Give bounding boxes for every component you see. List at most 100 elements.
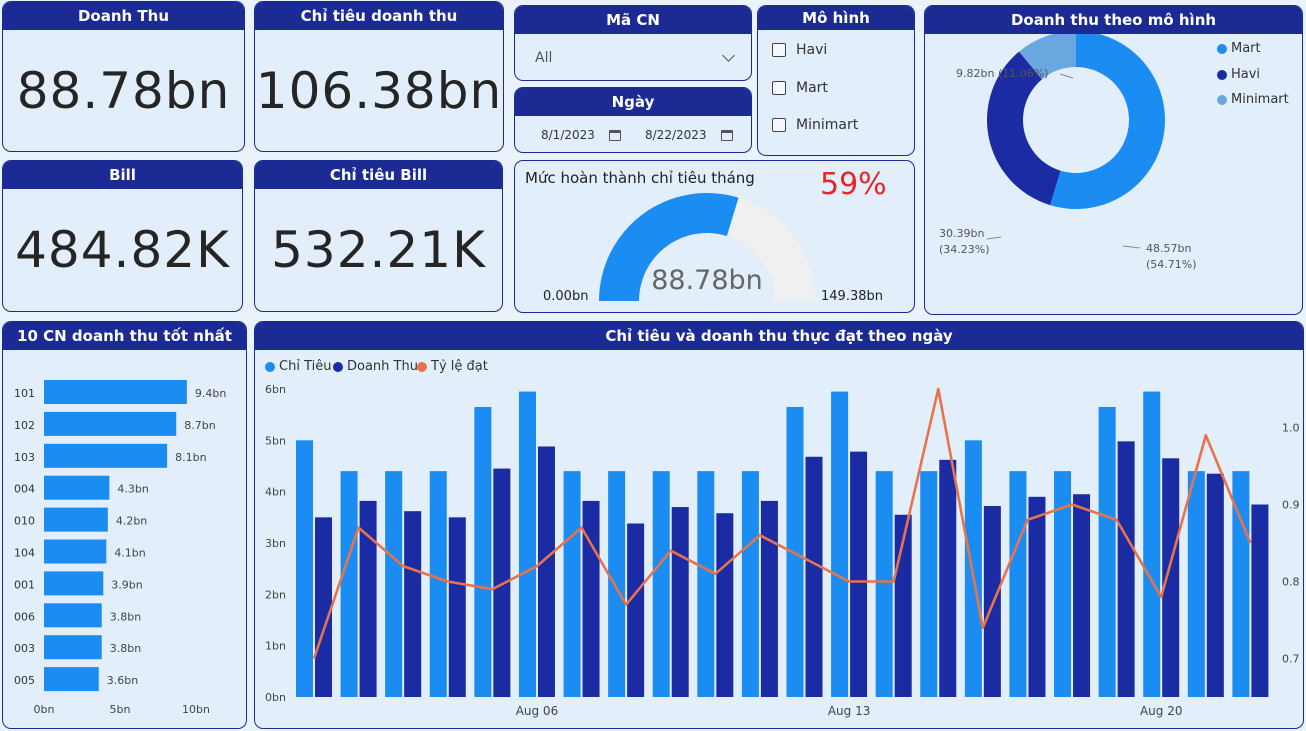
y-tick-label: 1bn (265, 640, 286, 653)
branch-label: 004 (14, 483, 35, 496)
revenue-bar[interactable] (448, 517, 466, 697)
branch-label: 001 (14, 578, 35, 591)
target-bar[interactable] (786, 406, 804, 697)
calendar-icon[interactable] (720, 129, 733, 141)
revenue-bar[interactable] (1251, 504, 1269, 698)
revenue-bar[interactable] (404, 511, 422, 697)
revenue-bar[interactable] (627, 523, 645, 697)
y2-tick-label: 0.8 (1282, 576, 1300, 589)
revenue-bar[interactable] (716, 513, 734, 697)
x-tick-label: Aug 06 (516, 704, 559, 718)
target-bar[interactable] (608, 471, 626, 697)
branch-bar[interactable] (44, 411, 177, 436)
donut-card: Doanh thu theo mô hình 48.57bn (54.71%) 30… (924, 5, 1303, 315)
revenue-bar[interactable] (805, 456, 823, 697)
branch-bar[interactable] (44, 571, 104, 596)
kpi-bill-target-value: 532.21K (271, 221, 486, 279)
y-tick-label: 3bn (265, 537, 286, 550)
target-bar[interactable] (518, 391, 536, 697)
calendar-icon[interactable] (608, 129, 621, 141)
branch-bar[interactable] (44, 380, 187, 404)
date-from-field[interactable]: 8/1/2023 (541, 124, 621, 146)
branch-dropdown[interactable]: All (519, 40, 747, 76)
model-option-label: Mart (796, 80, 828, 96)
kpi-bill-target-title: Chỉ tiêu Bill (255, 161, 502, 189)
legend-label: Mart (1231, 41, 1261, 56)
model-option-havi[interactable]: Havi (772, 42, 827, 58)
revenue-bar[interactable] (1028, 496, 1046, 697)
target-bar[interactable] (563, 471, 581, 697)
target-bar[interactable] (1187, 471, 1205, 697)
target-bar[interactable] (429, 471, 447, 697)
target-bar[interactable] (875, 471, 893, 697)
date-to-field[interactable]: 8/22/2023 (645, 124, 733, 146)
branch-bar[interactable] (44, 667, 99, 692)
revenue-bar[interactable] (493, 468, 511, 697)
kpi-bill-title: Bill (3, 161, 242, 189)
top-branches-card: 10 CN doanh thu tốt nhất 101 9.4bn 102 8.7b… (2, 321, 247, 729)
target-bar[interactable] (652, 471, 670, 697)
branch-bar[interactable] (44, 603, 102, 628)
revenue-bar[interactable] (582, 500, 600, 697)
target-bar[interactable] (697, 471, 715, 697)
revenue-bar[interactable] (939, 459, 957, 697)
branch-bar[interactable] (44, 635, 102, 660)
donut-data-label: (34.23%) (939, 243, 990, 256)
legend-mart[interactable]: Mart (1217, 41, 1261, 56)
legend-dot (1217, 43, 1227, 54)
revenue-bar[interactable] (760, 500, 778, 697)
model-option-label: Havi (796, 42, 828, 58)
branch-value-label: 3.8bn (110, 642, 141, 655)
target-bar[interactable] (340, 471, 358, 697)
revenue-bar[interactable] (537, 446, 555, 697)
leader-line (1122, 245, 1141, 249)
date-filter: Ngày 8/1/2023 8/22/2023 (514, 87, 752, 153)
checkbox[interactable] (772, 81, 786, 95)
checkbox[interactable] (772, 43, 786, 57)
branch-bar[interactable] (44, 539, 107, 564)
branch-bar[interactable] (44, 475, 110, 500)
top-branches-title: 10 CN doanh thu tốt nhất (3, 322, 246, 350)
kpi-bill-target-card: Chỉ tiêu Bill 532.21K (254, 160, 503, 312)
revenue-bar[interactable] (1162, 458, 1180, 697)
target-bar[interactable] (385, 471, 403, 697)
revenue-bar[interactable] (1206, 473, 1224, 697)
revenue-bar[interactable] (671, 507, 689, 697)
branch-bar[interactable] (44, 443, 168, 468)
branch-value-label: 4.2bn (116, 515, 147, 528)
daily-chart-card: Chỉ tiêu và doanh thu thực đạt theo ngày… (254, 321, 1304, 729)
branch-value-label: 9.4bn (195, 387, 226, 400)
gauge-card: Mức hoàn thành chỉ tiêu tháng 59% 88.78b… (514, 160, 915, 313)
legend-havi[interactable]: Havi (1217, 67, 1260, 82)
branch-label: 005 (14, 674, 35, 687)
target-bar[interactable] (964, 440, 982, 697)
revenue-bar[interactable] (1117, 441, 1135, 697)
target-bar[interactable] (920, 471, 938, 697)
target-bar[interactable] (1009, 471, 1027, 697)
kpi-revenue-value: 88.78bn (16, 61, 231, 120)
x-tick-label: 0bn (34, 703, 55, 716)
branch-filter-title: Mã CN (515, 6, 751, 34)
revenue-bar[interactable] (850, 451, 868, 697)
branch-dropdown-value: All (535, 50, 553, 66)
chevron-down-icon (722, 49, 735, 62)
donut-data-label: (54.71%) (1146, 258, 1197, 271)
branch-value-label: 8.1bn (175, 451, 206, 464)
branch-bar[interactable] (44, 507, 108, 532)
target-bar[interactable] (296, 440, 313, 697)
target-bar[interactable] (741, 471, 759, 697)
y-tick-label: 4bn (265, 486, 286, 499)
target-bar[interactable] (831, 391, 849, 697)
target-bar[interactable] (1098, 406, 1116, 697)
model-option-mart[interactable]: Mart (772, 80, 828, 96)
gauge-chart: 88.78bn 0.00bn 149.38bn (543, 192, 883, 304)
date-filter-title: Ngày (515, 88, 751, 116)
revenue-bar[interactable] (315, 517, 332, 697)
checkbox[interactable] (772, 118, 786, 132)
revenue-bar[interactable] (1073, 494, 1091, 697)
model-option-minimart[interactable]: Minimart (772, 117, 858, 133)
target-bar[interactable] (474, 406, 492, 697)
legend-minimart[interactable]: Minimart (1217, 92, 1289, 107)
target-bar[interactable] (1143, 391, 1161, 697)
date-from-value: 8/1/2023 (541, 128, 595, 142)
